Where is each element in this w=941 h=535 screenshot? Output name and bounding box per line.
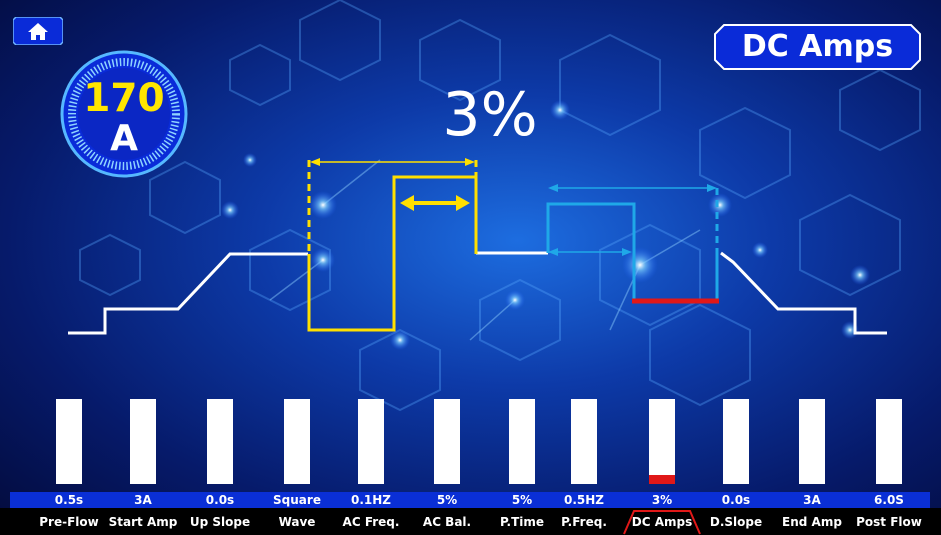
param-label-end-amp[interactable]: End Amp	[772, 512, 852, 532]
param-bar-dc-amps[interactable]	[649, 399, 675, 484]
param-label-up-slope[interactable]: Up Slope	[180, 512, 260, 532]
param-bar-start-amp[interactable]	[130, 399, 156, 484]
param-bar-d-slope[interactable]	[723, 399, 749, 484]
current-value: 170	[83, 76, 165, 121]
param-value-pre-flow: 0.5s	[54, 493, 84, 507]
param-value-ac-bal: 5%	[436, 493, 458, 507]
param-bar-p-freq[interactable]	[571, 399, 597, 484]
param-label-ac-freq[interactable]: AC Freq.	[331, 512, 411, 532]
param-label-strip: Pre-Flow Start Amp Up Slope Wave AC Freq. AC …	[0, 508, 941, 535]
param-label-p-freq[interactable]: P.Freq.	[544, 512, 624, 532]
param-bar-ac-freq[interactable]	[358, 399, 384, 484]
param-label-wave[interactable]: Wave	[257, 512, 337, 532]
base-waveform	[68, 252, 308, 335]
param-bar-post-flow[interactable]	[876, 399, 902, 484]
param-bar-end-amp[interactable]	[799, 399, 825, 484]
param-label-dc-amps[interactable]: DC Amps	[622, 512, 702, 532]
current-dial: 170 A	[59, 49, 189, 179]
param-value-strip: 0.5s 3A 0.0s Square 0.1HZ 5% 5% 0.5HZ 3% 0.0s 3A 6.…	[10, 492, 930, 508]
param-label-d-slope[interactable]: D.Slope	[696, 512, 776, 532]
home-button[interactable]	[12, 16, 64, 46]
param-value-ac-freq: 0.1HZ	[350, 493, 391, 507]
param-bar-pre-flow[interactable]	[56, 399, 82, 484]
welder-screen: 170 A DC Amps 3% 0.5s 3A 0.0s Square 0.1HZ 5%…	[0, 0, 941, 535]
selected-param-value: 3%	[442, 80, 538, 150]
param-value-start-amp: 3A	[134, 493, 152, 507]
param-value-post-flow: 6.0S	[874, 493, 904, 507]
param-value-wave: Square	[273, 493, 321, 507]
ac-wave	[307, 175, 478, 332]
param-label-post-flow[interactable]: Post Flow	[849, 512, 929, 532]
param-label-pre-flow[interactable]: Pre-Flow	[29, 512, 109, 532]
param-bar-fill	[649, 475, 675, 484]
param-bar-ac-bal[interactable]	[434, 399, 460, 484]
param-label-ac-bal[interactable]: AC Bal.	[407, 512, 487, 532]
param-value-end-amp: 3A	[803, 493, 821, 507]
current-unit: A	[110, 118, 138, 159]
param-value-dc-amps: 3%	[651, 493, 673, 507]
param-label-start-amp[interactable]: Start Amp	[103, 512, 183, 532]
param-bar-p-time[interactable]	[509, 399, 535, 484]
param-value-d-slope: 0.0s	[721, 493, 751, 507]
param-bar-up-slope[interactable]	[207, 399, 233, 484]
selected-param-title: DC Amps	[714, 24, 921, 70]
param-value-up-slope: 0.0s	[205, 493, 235, 507]
param-bar-wave[interactable]	[284, 399, 310, 484]
param-value-p-freq: 0.5HZ	[563, 493, 604, 507]
base-waveform-tail	[720, 251, 887, 335]
param-title-text: DC Amps	[741, 29, 894, 64]
